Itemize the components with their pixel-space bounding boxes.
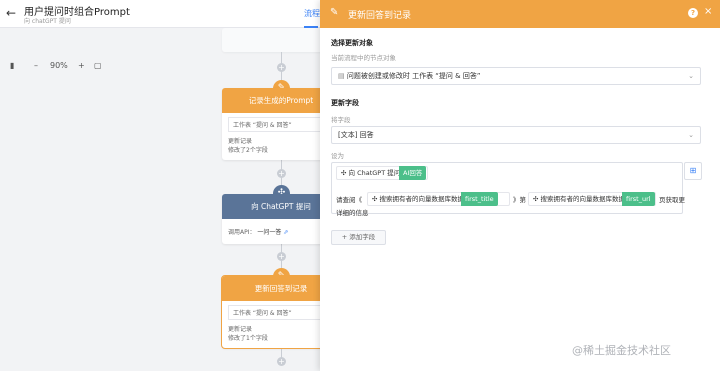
- chip-field-tag: first_url: [622, 192, 655, 206]
- chip-label: 搜索拥有者的向量数据库数据: [379, 195, 465, 203]
- set-as-label: 设为: [331, 152, 344, 160]
- node-update-answer[interactable]: 更新回答到记录 工作表 “提问 & 回答” 更新记录 修改了1个字段: [221, 275, 320, 349]
- chevron-down-icon: ⌄: [688, 131, 694, 139]
- chip-label: 向 ChatGPT 提问: [348, 169, 401, 177]
- node-summary: 修改了1个字段: [228, 335, 268, 342]
- workflow-subtitle: 向 chatGPT 提问: [24, 18, 71, 25]
- expr-text: 详细的信息: [336, 209, 369, 217]
- variable-chip[interactable]: ✣ 向 ChatGPT 提问 AI回答: [336, 166, 428, 180]
- node-table: 工作表 “提问 & 回答”: [228, 117, 320, 132]
- back-arrow-icon[interactable]: ←: [6, 6, 20, 20]
- node-ref-icon: ✣: [533, 195, 541, 203]
- previous-node[interactable]: [222, 28, 320, 52]
- node-title: 向 ChatGPT 提问: [222, 194, 320, 219]
- chevron-down-icon: ⌄: [688, 72, 694, 80]
- expr-text: 页获取更: [659, 196, 685, 204]
- panel-header: ✎ 更新回答到记录 ? ×: [320, 0, 720, 28]
- insert-variable-icon[interactable]: ⊞: [684, 162, 702, 180]
- chip-label: 搜索拥有者的向量数据库数据: [540, 195, 626, 203]
- node-action: 更新记录: [228, 138, 253, 145]
- flow-canvas[interactable]: ▮ – 90% + ▢ + ✎ 记录生成的Prompt 工作表 “提问 & 回答…: [0, 28, 320, 371]
- add-node-button[interactable]: +: [277, 357, 286, 366]
- node-action: 更新记录: [228, 326, 253, 333]
- add-field-button[interactable]: + 添加字段: [331, 230, 386, 245]
- node-ref-icon: ✣: [341, 169, 349, 177]
- variable-chip[interactable]: ✣ 搜索拥有者的向量数据库数据 first_title: [367, 192, 510, 206]
- node-api-value: 一问一答: [257, 229, 282, 236]
- add-node-button[interactable]: +: [277, 169, 286, 178]
- fit-screen-icon[interactable]: ▢: [94, 61, 102, 70]
- node-config-panel: ✎ 更新回答到记录 ? × 选择更新对象 当前流程中的节点对象 ▤ 问题被创建或…: [320, 0, 720, 371]
- zoom-in-button[interactable]: +: [78, 61, 85, 70]
- external-link-icon[interactable]: ⇗: [283, 229, 288, 236]
- map-icon[interactable]: ▮: [10, 61, 14, 70]
- help-icon[interactable]: ?: [688, 8, 698, 18]
- node-summary: 修改了2个字段: [228, 147, 268, 154]
- variable-chip[interactable]: ✣ 搜索拥有者的向量数据库数据 first_url: [528, 192, 656, 206]
- node-ref-icon: ✣: [372, 195, 380, 203]
- node-title: 记录生成的Prompt: [222, 88, 320, 113]
- chip-field-tag: AI回答: [399, 166, 427, 180]
- section-select-object: 选择更新对象: [331, 39, 373, 47]
- value-expression-editor[interactable]: ✣ 向 ChatGPT 提问 AI回答 请查阅《 ✣ 搜索拥有者的向量数据库数据…: [331, 162, 685, 217]
- section-update-fields: 更新字段: [331, 99, 359, 107]
- node-record-prompt[interactable]: 记录生成的Prompt 工作表 “提问 & 回答” 更新记录 修改了2个字段: [222, 88, 320, 160]
- tab-flow[interactable]: 流程: [304, 8, 320, 19]
- node-title: 更新回答到记录: [222, 276, 320, 301]
- table-icon: ▤: [338, 72, 347, 80]
- add-node-button[interactable]: +: [277, 63, 286, 72]
- node-table: 工作表 “提问 & 回答”: [228, 305, 320, 320]
- field-select[interactable]: [文本] 回答 ⌄: [331, 126, 701, 144]
- close-icon[interactable]: ×: [704, 6, 712, 17]
- object-select[interactable]: ▤ 问题被创建或修改时 工作表 “提问 & 回答” ⌄: [331, 67, 701, 85]
- field-select-value: [文本] 回答: [338, 131, 374, 139]
- object-select-value: 问题被创建或修改时 工作表 “提问 & 回答”: [346, 72, 481, 80]
- chip-field-tag: first_title: [461, 192, 498, 206]
- node-ask-chatgpt[interactable]: 向 ChatGPT 提问 调用API： 一问一答 ⇗: [222, 194, 320, 244]
- node-api-label: 调用API：: [228, 229, 256, 236]
- current-flow-label: 当前流程中的节点对象: [331, 54, 396, 62]
- expr-text: 》第: [513, 196, 526, 204]
- zoom-level: 90%: [50, 61, 68, 70]
- watermark: @稀土掘金技术社区: [572, 344, 671, 357]
- field-label: 将字段: [331, 116, 351, 124]
- add-node-button[interactable]: +: [277, 252, 286, 261]
- panel-title[interactable]: 更新回答到记录: [348, 8, 411, 21]
- edit-record-icon: ✎: [330, 7, 339, 18]
- zoom-out-button[interactable]: –: [34, 61, 38, 70]
- expr-text: 请查阅《: [336, 196, 362, 204]
